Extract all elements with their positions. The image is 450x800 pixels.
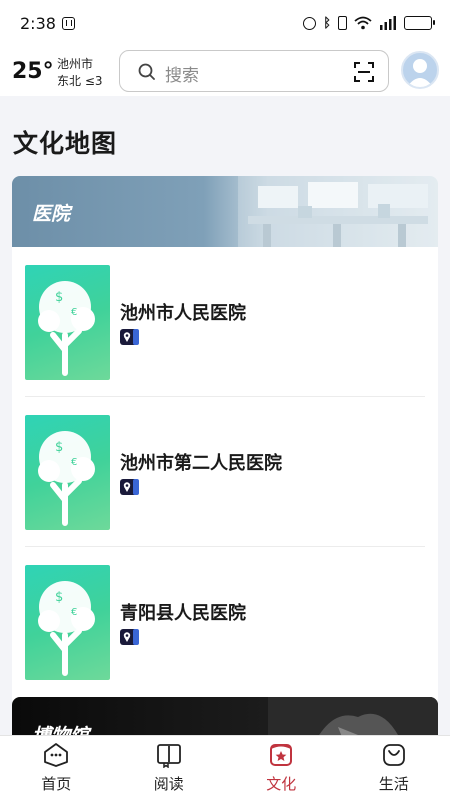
category-banner[interactable]: 医院: [12, 176, 438, 247]
location-icon: [120, 629, 139, 645]
svg-text:€: €: [71, 307, 77, 318]
bluetooth-icon: ᛒ: [323, 15, 331, 31]
home-icon: [44, 743, 69, 767]
bag-icon: [382, 744, 405, 766]
weather-temperature: 25°: [12, 59, 54, 84]
search-placeholder: 搜索: [165, 66, 199, 86]
nav-label: 文化: [266, 775, 297, 793]
scan-icon[interactable]: [354, 62, 374, 82]
signal-icon: [379, 16, 397, 30]
list-item[interactable]: $ € 青阳县人民医院: [12, 547, 438, 697]
tree-icon: $ €: [38, 281, 95, 376]
nav-home[interactable]: 首页: [0, 736, 113, 800]
weather-city: 池州市: [57, 57, 94, 71]
nav-culture[interactable]: 文化: [225, 736, 338, 800]
svg-text:$: $: [55, 290, 63, 305]
alarm-icon: [303, 16, 317, 30]
place-thumbnail: $ €: [25, 415, 110, 530]
search-icon: [138, 63, 155, 80]
place-thumbnail: $ €: [25, 265, 110, 380]
vibrate-icon: [338, 16, 347, 30]
location-icon: [120, 479, 139, 495]
weather-wind: 东北 ≤3: [57, 74, 103, 88]
header: 25° 池州市 东北 ≤3 搜索: [0, 46, 450, 96]
page-title: 文化地图: [13, 129, 118, 158]
svg-text:€: €: [71, 457, 77, 468]
status-icons: ᛒ: [303, 15, 435, 31]
place-thumbnail: $ €: [25, 565, 110, 680]
svg-text:$: $: [55, 590, 63, 605]
list-item[interactable]: $ € 池州市人民医院: [12, 247, 438, 397]
status-time: 2:38: [20, 13, 56, 33]
place-name: 青阳县人民医院: [120, 603, 246, 624]
user-icon: [407, 59, 433, 87]
wifi-icon: [354, 16, 372, 30]
book-icon: [156, 744, 181, 768]
nav-label: 首页: [41, 775, 72, 793]
tree-icon: $ €: [38, 581, 95, 676]
category-card-hospital: 医院 $ € 池州市人民医院 $ € 池州市第二人民医院 $ € 青阳县人民医院: [12, 176, 438, 706]
battery-icon: [404, 16, 435, 30]
nav-life[interactable]: 生活: [338, 736, 450, 800]
nav-read[interactable]: 阅读: [113, 736, 226, 800]
avatar[interactable]: [401, 51, 439, 89]
list-item[interactable]: $ € 池州市第二人民医院: [12, 397, 438, 547]
bottom-nav: 首页 阅读 文化 生活: [0, 735, 450, 800]
nav-label: 生活: [378, 775, 409, 793]
lab-image: [238, 176, 438, 247]
category-label: 医院: [32, 203, 71, 225]
location-icon: [120, 329, 139, 345]
place-name: 池州市人民医院: [120, 303, 246, 324]
culture-icon: [270, 744, 293, 766]
place-name: 池州市第二人民医院: [120, 453, 282, 474]
search-input[interactable]: 搜索: [119, 50, 389, 92]
nfc-icon: [61, 16, 75, 30]
svg-text:$: $: [55, 440, 63, 455]
tree-icon: $ €: [38, 431, 95, 526]
status-bar: 2:38 ᛒ: [0, 0, 450, 46]
svg-text:€: €: [71, 607, 77, 618]
nav-label: 阅读: [153, 775, 184, 793]
